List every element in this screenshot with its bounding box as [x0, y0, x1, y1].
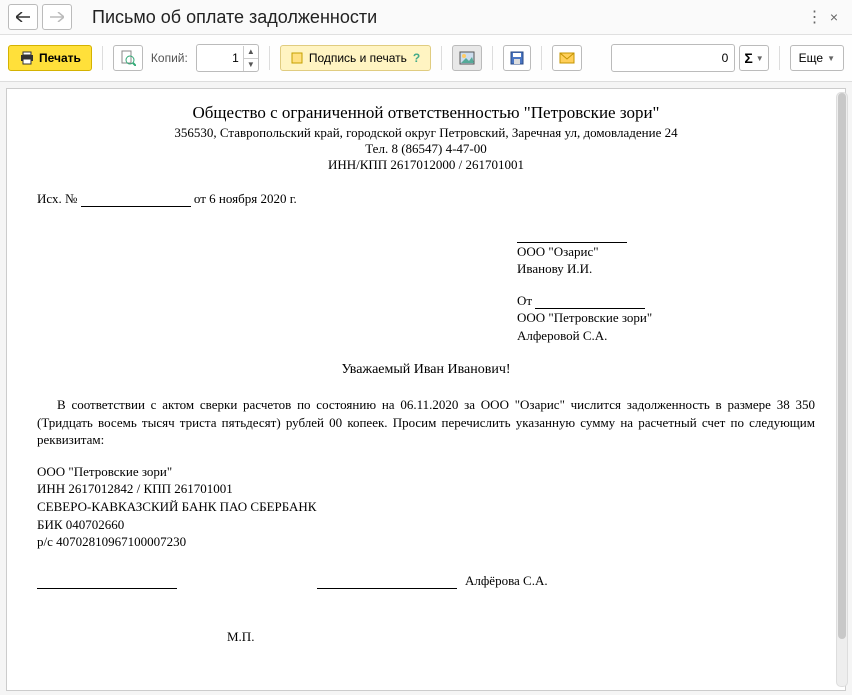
floppy-icon — [510, 51, 524, 65]
req-inn: ИНН 2617012842 / КПП 261701001 — [37, 480, 815, 498]
outgoing-date: 6 ноября 2020 г. — [209, 191, 297, 206]
stamp-placeholder: М.П. — [227, 629, 815, 645]
separator — [492, 46, 493, 70]
separator — [779, 46, 780, 70]
outgoing-number-blank — [81, 192, 191, 207]
document-magnifier-icon — [120, 50, 136, 66]
document-viewport: Общество с ограниченной ответственностью… — [0, 82, 852, 695]
requisites-block: ООО "Петровские зори" ИНН 2617012842 / К… — [37, 463, 815, 551]
org-innkpp: ИНН/КПП 2617012000 / 261701001 — [37, 157, 815, 173]
document-page: Общество с ограниченной ответственностью… — [6, 88, 846, 691]
print-label: Печать — [39, 51, 81, 65]
sign-label: Подпись и печать — [309, 51, 407, 65]
copies-input[interactable] — [197, 46, 243, 70]
dropdown-icon: ▼ — [756, 54, 764, 63]
separator — [269, 46, 270, 70]
nav-back-button[interactable] — [8, 4, 38, 30]
spinner-down[interactable]: ▼ — [244, 59, 258, 71]
scrollbar-thumb[interactable] — [838, 93, 846, 639]
help-icon: ? — [413, 51, 420, 65]
salutation: Уважаемый Иван Иванович! — [37, 362, 815, 378]
outgoing-reference: Исх. № от 6 ноября 2020 г. — [37, 191, 815, 207]
separator — [102, 46, 103, 70]
email-button[interactable] — [552, 45, 582, 71]
preview-button[interactable] — [113, 45, 143, 71]
printer-icon — [19, 51, 35, 65]
stamp-icon — [291, 52, 303, 64]
sender-org: ООО "Петровские зори" — [517, 309, 815, 327]
vertical-scrollbar[interactable] — [836, 92, 848, 687]
req-account: р/с 40702810967100007230 — [37, 533, 815, 551]
dropdown-icon: ▼ — [827, 54, 835, 63]
req-bank: СЕВЕРО-КАВКАЗСКИЙ БАНК ПАО СБЕРБАНК — [37, 498, 815, 516]
spinner-up[interactable]: ▲ — [244, 46, 258, 59]
image-button[interactable] — [452, 45, 482, 71]
from-label: От — [517, 293, 532, 308]
save-button[interactable] — [503, 45, 531, 71]
window-title: Письмо об оплате задолженности — [92, 7, 804, 28]
more-button[interactable]: Еще ▼ — [790, 45, 844, 71]
recipient-blank-line — [517, 228, 627, 243]
sigma-icon: Σ — [744, 50, 752, 66]
toolbar: Печать Копий: ▲ ▼ Подпись и печать ? 0 Σ… — [0, 35, 852, 82]
window-menu-button[interactable]: ⋮ — [804, 7, 824, 27]
kebab-icon: ⋮ — [807, 7, 822, 27]
org-phone: Тел. 8 (86547) 4-47-00 — [37, 141, 815, 157]
nav-forward-button[interactable] — [42, 4, 72, 30]
separator — [441, 46, 442, 70]
close-button[interactable]: × — [824, 7, 844, 27]
outgoing-date-prefix: от — [194, 191, 206, 206]
req-bik: БИК 040702660 — [37, 516, 815, 534]
envelope-icon — [559, 52, 575, 64]
print-button[interactable]: Печать — [8, 45, 92, 71]
letterhead: Общество с ограниченной ответственностью… — [37, 103, 815, 173]
req-org: ООО "Петровские зори" — [37, 463, 815, 481]
position-blank — [37, 574, 177, 589]
copies-label: Копий: — [147, 51, 192, 65]
arrow-right-icon — [50, 12, 64, 22]
org-name: Общество с ограниченной ответственностью… — [37, 103, 815, 123]
spinner-buttons: ▲ ▼ — [243, 46, 258, 71]
recipient-person: Иванову И.И. — [517, 260, 815, 278]
copies-spinner[interactable]: ▲ ▼ — [196, 44, 259, 72]
close-icon: × — [830, 9, 838, 25]
sign-and-print-button[interactable]: Подпись и печать ? — [280, 45, 431, 71]
recipient-block: ООО "Озарис" Иванову И.И. От ООО "Петров… — [517, 225, 815, 344]
arrow-left-icon — [16, 12, 30, 22]
sender-person: Алферовой С.А. — [517, 327, 815, 345]
sum-display: 0 — [611, 44, 735, 72]
signature-blank — [317, 574, 457, 589]
org-address: 356530, Ставропольский край, городской о… — [37, 125, 815, 141]
signature-row: Алфёрова С.А. — [37, 573, 815, 589]
outgoing-prefix: Исх. № — [37, 191, 77, 206]
sigma-button[interactable]: Σ ▼ — [739, 45, 768, 71]
letter-body: В соответствии с актом сверки расчетов п… — [37, 396, 815, 449]
title-bar: Письмо об оплате задолженности ⋮ × — [0, 0, 852, 35]
signer-name: Алфёрова С.А. — [465, 573, 548, 589]
from-blank-line — [535, 294, 645, 309]
more-label: Еще — [799, 51, 823, 65]
picture-icon — [459, 51, 475, 65]
separator — [541, 46, 542, 70]
recipient-org: ООО "Озарис" — [517, 243, 815, 261]
sum-value: 0 — [722, 51, 729, 65]
